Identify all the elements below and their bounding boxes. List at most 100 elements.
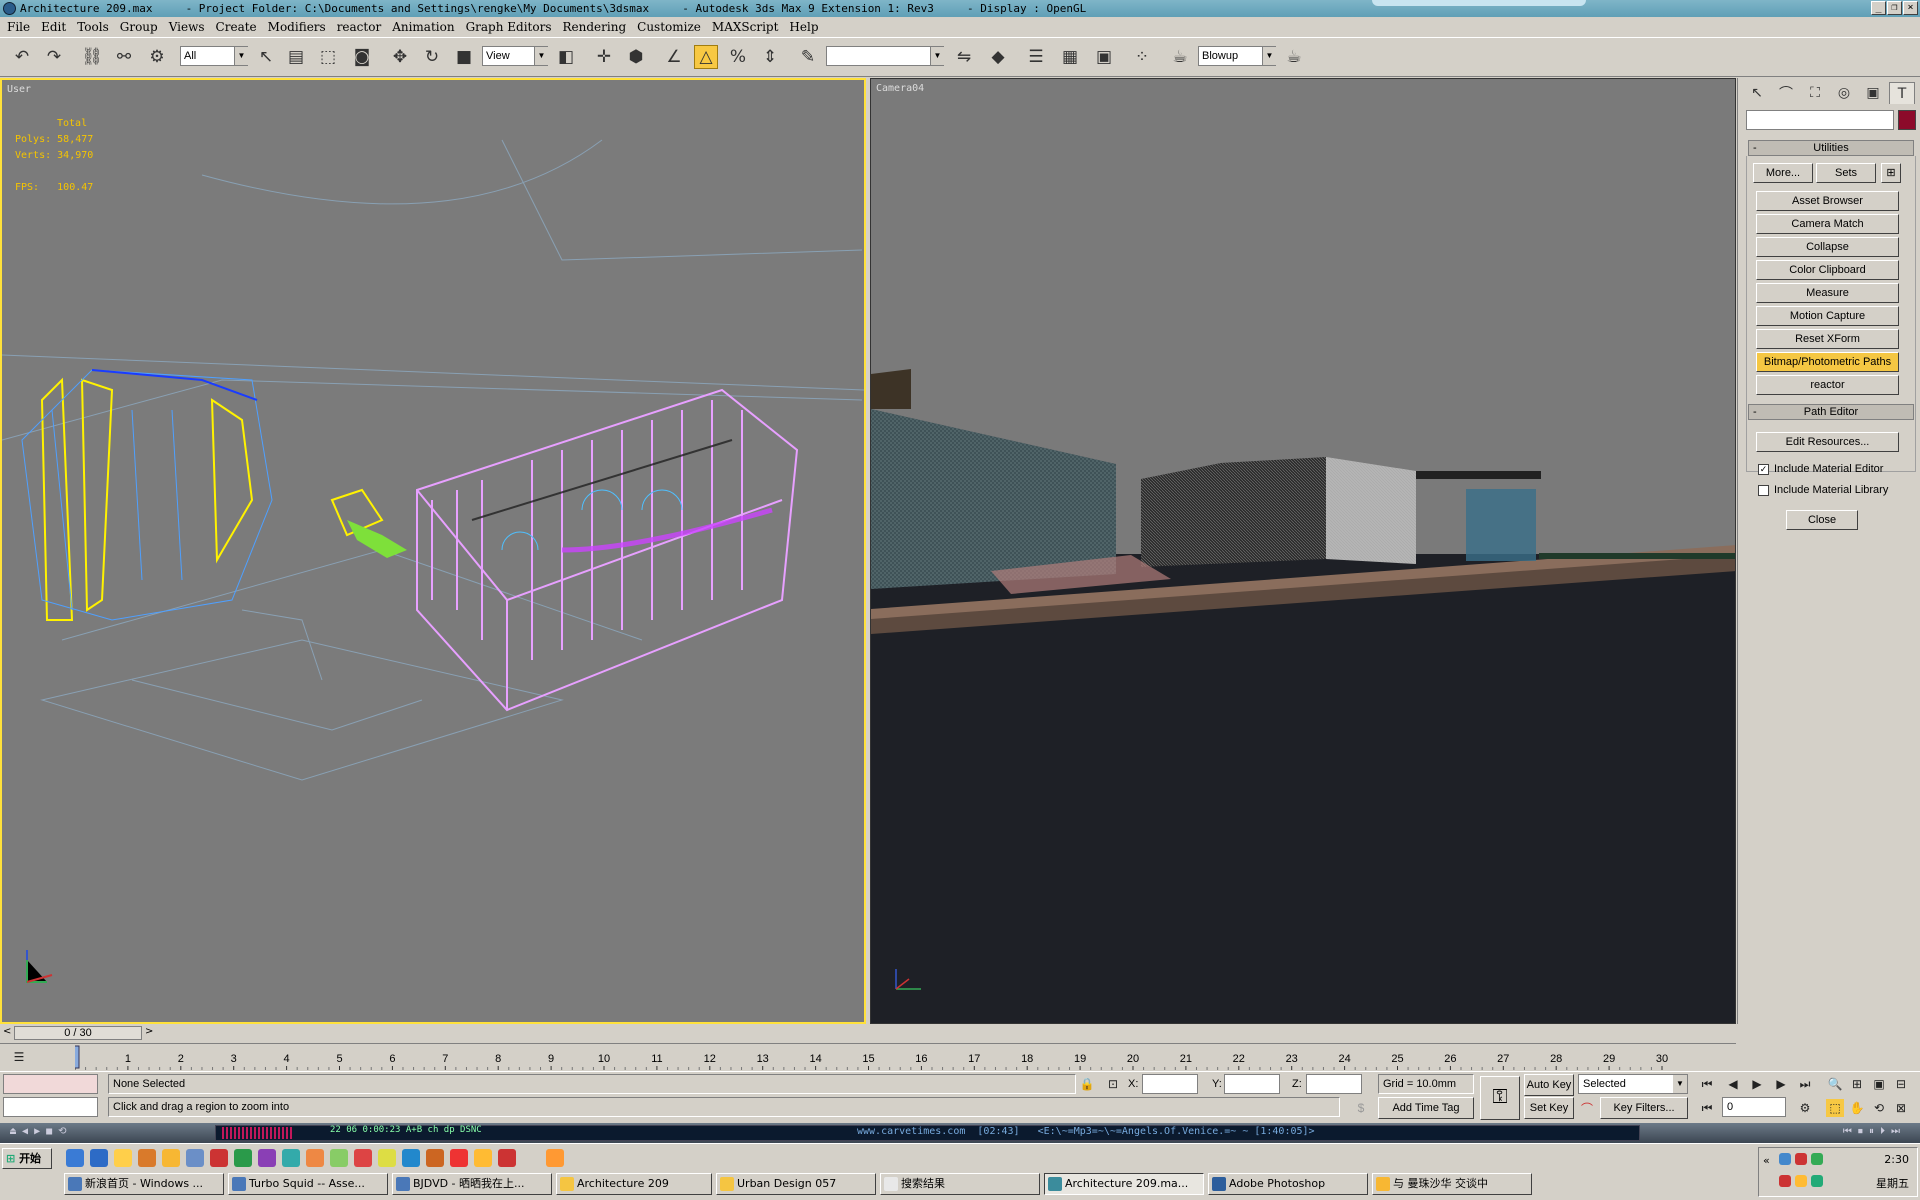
next-frame-icon[interactable]: ▶ xyxy=(1772,1075,1790,1093)
time-slider-prev-icon[interactable]: < xyxy=(3,1026,11,1037)
timeline-ruler[interactable]: 0123456789101112131415161718192021222324… xyxy=(75,1044,1715,1070)
play-icon[interactable]: ▶ xyxy=(1748,1075,1766,1093)
zoom-icon[interactable]: 🔍 xyxy=(1826,1075,1844,1093)
redo-icon[interactable]: ↷ xyxy=(42,45,66,69)
menu-edit[interactable]: Edit xyxy=(38,20,74,34)
reference-coord-dropdown[interactable]: View ▼ xyxy=(482,46,548,66)
display-tab-icon[interactable]: ▣ xyxy=(1860,82,1886,104)
bind-space-warp-icon[interactable]: ⚙ xyxy=(145,45,169,69)
zoom-extents-icon[interactable]: ▣ xyxy=(1870,1075,1888,1093)
checkbox-unchecked[interactable] xyxy=(1758,484,1769,496)
quicklaunch-tool11-icon[interactable] xyxy=(474,1149,492,1167)
zoom-all-icon[interactable]: ⊞ xyxy=(1848,1075,1866,1093)
task-button-architecture-folder[interactable]: Architecture 209 xyxy=(556,1173,712,1195)
add-time-tag-button[interactable]: Add Time Tag xyxy=(1378,1097,1474,1119)
z-coordinate-field[interactable] xyxy=(1306,1074,1362,1094)
quicklaunch-tool3-icon[interactable] xyxy=(282,1149,300,1167)
quicklaunch-tool7-icon[interactable] xyxy=(378,1149,396,1167)
menu-modifiers[interactable]: Modifiers xyxy=(265,20,334,34)
utilities-rollout-header[interactable]: - Utilities xyxy=(1748,140,1914,156)
app-icon[interactable] xyxy=(3,2,16,15)
tray-volume-icon[interactable] xyxy=(1811,1153,1823,1165)
quicklaunch-tool10-icon[interactable] xyxy=(450,1149,468,1167)
menu-rendering[interactable]: Rendering xyxy=(560,20,635,34)
select-link-icon[interactable]: ⛓ xyxy=(80,45,104,69)
angle-snap-icon[interactable]: △ xyxy=(694,45,718,69)
close-button[interactable]: Close xyxy=(1786,510,1858,530)
hierarchy-tab-icon[interactable]: ⛶ xyxy=(1802,82,1828,104)
quicklaunch-desktop-icon[interactable] xyxy=(66,1149,84,1167)
quicklaunch-tool-icon[interactable] xyxy=(234,1149,252,1167)
key-icon[interactable]: ⚿ xyxy=(1480,1076,1520,1120)
modify-tab-icon[interactable]: ⌒ xyxy=(1773,82,1799,104)
restore-icon[interactable]: ❐ xyxy=(1887,1,1902,15)
window-crossing-icon[interactable]: ◙ xyxy=(350,45,374,69)
track-bar[interactable]: ☰ 01234567891011121314151617181920212223… xyxy=(0,1043,1736,1070)
key-tangent-icon[interactable]: ⌒ xyxy=(1578,1099,1596,1117)
unlink-icon[interactable]: ⚯ xyxy=(112,45,136,69)
tray-expand-icon[interactable]: « xyxy=(1763,1154,1770,1167)
pivot-icon[interactable]: ◧ xyxy=(554,45,578,69)
absolute-mode-icon[interactable]: ⊡ xyxy=(1104,1075,1122,1093)
zoom-region-icon[interactable]: ⬚ xyxy=(1826,1099,1844,1117)
time-config-icon[interactable]: ⚙ xyxy=(1796,1099,1814,1117)
camera-match-button[interactable]: Camera Match xyxy=(1756,214,1899,234)
menu-create[interactable]: Create xyxy=(213,20,265,34)
task-button-photoshop[interactable]: Adobe Photoshop xyxy=(1208,1173,1368,1195)
task-button-search-results[interactable]: 搜索结果 xyxy=(880,1173,1040,1195)
utilities-tab-icon[interactable]: T xyxy=(1889,82,1915,104)
menu-group[interactable]: Group xyxy=(117,20,166,34)
menu-help[interactable]: Help xyxy=(786,20,826,34)
menu-views[interactable]: Views xyxy=(166,20,213,34)
key-mode-dropdown[interactable]: Selected ▼ xyxy=(1578,1074,1688,1094)
key-filters-button[interactable]: Key Filters... xyxy=(1600,1097,1688,1119)
render-scene-icon[interactable]: ☕ xyxy=(1168,45,1192,69)
curve-editor-icon[interactable]: ▦ xyxy=(1058,45,1082,69)
quicklaunch-tool2-icon[interactable] xyxy=(258,1149,276,1167)
menu-file[interactable]: File xyxy=(4,20,38,34)
curve-editor-mini-icon[interactable]: ☰ xyxy=(10,1048,28,1066)
task-button-urban-design[interactable]: Urban Design 057 xyxy=(716,1173,876,1195)
time-slider[interactable]: < 0 / 30 > xyxy=(0,1024,1736,1042)
menu-maxscript[interactable]: MAXScript xyxy=(709,20,787,34)
quicklaunch-app-icon[interactable] xyxy=(186,1149,204,1167)
asset-browser-button[interactable]: Asset Browser xyxy=(1756,191,1899,211)
edit-resources-button[interactable]: Edit Resources... xyxy=(1756,432,1899,452)
angle-snap-toggle-icon[interactable]: ∠ xyxy=(662,45,686,69)
checkbox-checked[interactable]: ✓ xyxy=(1758,463,1769,475)
task-button-turbosquid[interactable]: Turbo Squid -- Asse... xyxy=(228,1173,388,1195)
tray-qq-icon[interactable] xyxy=(1795,1175,1807,1187)
quicklaunch-tool12-icon[interactable] xyxy=(498,1149,516,1167)
menu-animation[interactable]: Animation xyxy=(389,20,462,34)
quicklaunch-qq-icon[interactable] xyxy=(162,1149,180,1167)
object-color-swatch[interactable] xyxy=(1898,110,1916,130)
menu-reactor[interactable]: reactor xyxy=(334,20,390,34)
minimize-icon[interactable]: _ xyxy=(1871,1,1886,15)
quicklaunch-folder-icon[interactable] xyxy=(114,1149,132,1167)
measure-button[interactable]: Measure xyxy=(1756,283,1899,303)
tray-av-icon[interactable] xyxy=(1795,1153,1807,1165)
quicklaunch-tool8-icon[interactable] xyxy=(402,1149,420,1167)
media-buttons-icon[interactable]: ⏮ ⏹ ⏸ ⏵ ⏭ xyxy=(1843,1126,1900,1137)
color-clipboard-button[interactable]: Color Clipboard xyxy=(1756,260,1899,280)
select-icon[interactable]: ↖ xyxy=(254,45,278,69)
undo-icon[interactable]: ↶ xyxy=(10,45,34,69)
reset-xform-button[interactable]: Reset XForm xyxy=(1756,329,1899,349)
viewport-user[interactable]: User Total Polys: 58,477 Verts: 34,970 F… xyxy=(0,78,866,1024)
time-slider-next-icon[interactable]: > xyxy=(145,1026,153,1037)
current-frame-marker[interactable] xyxy=(75,1045,80,1069)
motion-tab-icon[interactable]: ◎ xyxy=(1831,82,1857,104)
quicklaunch-tool5-icon[interactable] xyxy=(330,1149,348,1167)
reactor-button[interactable]: reactor xyxy=(1756,375,1899,395)
render-preset-dropdown[interactable]: Blowup ▼ xyxy=(1198,46,1276,66)
menu-graph-editors[interactable]: Graph Editors xyxy=(463,20,560,34)
named-selection-dropdown[interactable]: ▼ xyxy=(826,46,944,66)
menu-tools[interactable]: Tools xyxy=(74,20,117,34)
go-to-start-icon[interactable]: ⏮ xyxy=(1698,1075,1716,1093)
go-to-end-icon[interactable]: ⏭ xyxy=(1796,1075,1814,1093)
viewport-camera[interactable]: Camera04 xyxy=(870,78,1736,1024)
rect-region-icon[interactable]: ⬚ xyxy=(316,45,340,69)
current-frame-field[interactable]: 0 xyxy=(1722,1097,1786,1117)
snap-icon[interactable]: ⬢ xyxy=(624,45,648,69)
include-material-library-checkbox[interactable]: Include Material Library xyxy=(1758,484,1888,496)
